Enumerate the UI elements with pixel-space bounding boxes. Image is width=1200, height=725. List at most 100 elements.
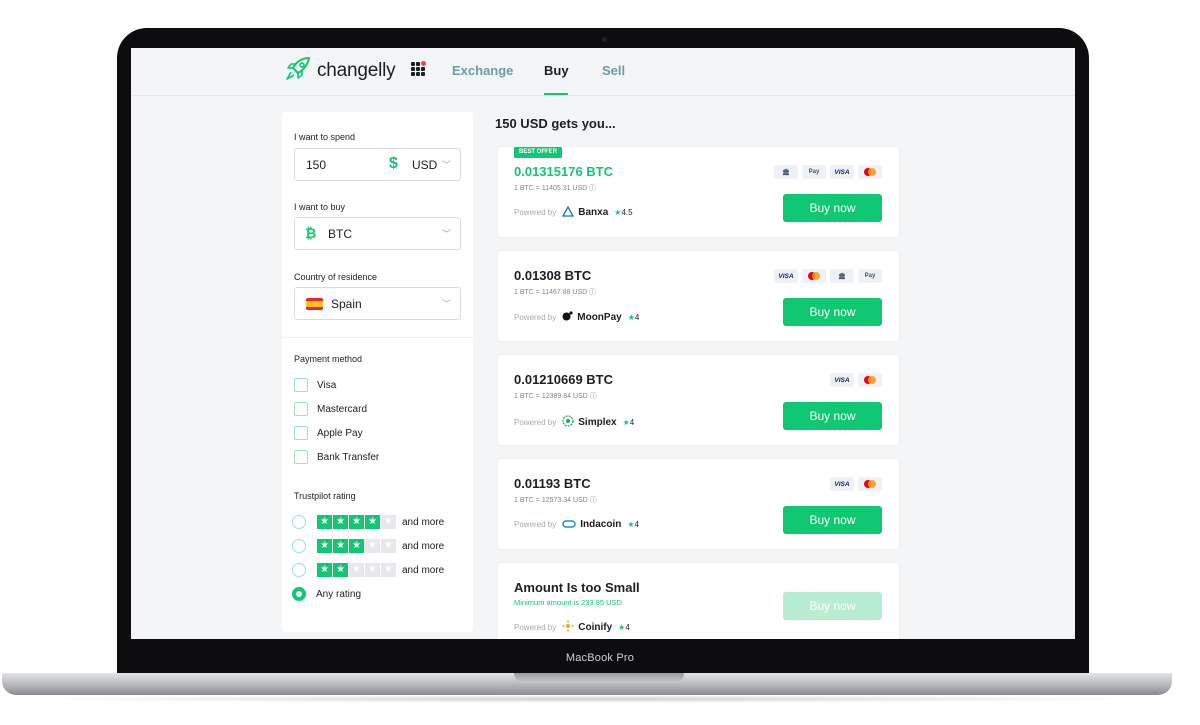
- payment-icons: VISA: [826, 477, 882, 491]
- apps-grid-icon[interactable]: [411, 61, 427, 77]
- chevron-down-icon: ﹀: [441, 229, 451, 239]
- offer-provider: Powered by Indacoin ★4: [514, 519, 639, 530]
- nav-exchange[interactable]: Exchange: [452, 63, 513, 78]
- buy-label: I want to buy: [294, 202, 346, 212]
- offer-card-coinify: Amount Is too Small Minimum amount is 23…: [497, 562, 900, 639]
- provider-rating: ★4.5: [614, 208, 633, 217]
- banxa-icon: [562, 205, 575, 219]
- star-icon: ★: [317, 515, 332, 529]
- screen: changelly Exchange Buy Sell I want to sp…: [131, 48, 1075, 639]
- star-icon: ★: [317, 563, 332, 577]
- logo[interactable]: changelly: [285, 56, 396, 86]
- payment-option-bank-transfer[interactable]: Bank Transfer: [294, 449, 379, 465]
- spend-amount[interactable]: 150: [306, 158, 326, 172]
- info-icon[interactable]: ⓘ: [589, 289, 596, 296]
- coinify-icon: [562, 620, 574, 634]
- mastercard-icon: [858, 165, 882, 179]
- star-icon: ★: [333, 539, 348, 553]
- payment-option-apple-pay[interactable]: Apple Pay: [294, 425, 363, 441]
- chevron-down-icon[interactable]: ﹀: [442, 158, 451, 171]
- offer-minimum: Minimum amount is 233.85 USD: [514, 598, 622, 607]
- chevron-down-icon: ﹀: [441, 299, 451, 309]
- nav-sell[interactable]: Sell: [602, 63, 625, 78]
- moonpay-icon: [562, 311, 573, 323]
- buy-currency-select[interactable]: ₿ BTC ﹀: [294, 217, 461, 250]
- offers-heading: 150 USD gets you...: [495, 116, 616, 131]
- buy-now-button-disabled[interactable]: Buy now: [783, 592, 882, 620]
- dollar-icon: $: [389, 155, 398, 172]
- info-icon[interactable]: ⓘ: [589, 185, 596, 192]
- rating-stars: ★ ★ ★ ★ ★: [317, 539, 397, 553]
- mastercard-icon: [802, 269, 826, 283]
- star-icon: ★: [381, 539, 396, 553]
- offer-rate: 1 BTC = 11467.88 USD ⓘ: [514, 289, 597, 296]
- radio-button[interactable]: [292, 515, 306, 529]
- offer-amount: 0.01315176 BTC: [514, 164, 614, 179]
- offer-rate: 1 BTC = 12389.84 USD ⓘ: [514, 393, 597, 400]
- panel-divider: [282, 337, 473, 338]
- offer-card-moonpay: 0.01308 BTC 1 BTC = 11467.88 USD ⓘ Power…: [497, 250, 900, 342]
- star-icon: ★: [627, 312, 635, 322]
- rating-option-4[interactable]: ★ ★ ★ ★ ★ and more: [292, 514, 444, 530]
- spend-label: I want to spend: [294, 132, 356, 142]
- radio-button-selected[interactable]: [292, 587, 306, 601]
- star-icon: ★: [349, 515, 364, 529]
- payment-option-label: Apple Pay: [317, 427, 363, 439]
- mastercard-icon: [858, 373, 882, 387]
- buy-now-button[interactable]: Buy now: [783, 506, 882, 534]
- rocket-logo-icon: [285, 56, 311, 86]
- star-icon: ★: [349, 539, 364, 553]
- visa-icon: VISA: [774, 269, 798, 283]
- simplex-icon: [562, 415, 574, 429]
- camera: [602, 37, 607, 42]
- powered-by-label: Powered by: [514, 208, 557, 217]
- provider-name: Coinify: [578, 621, 613, 633]
- best-offer-badge: BEST OFFER: [514, 147, 563, 158]
- star-icon: ★: [349, 563, 364, 577]
- offer-amount: 0.01308 BTC: [514, 268, 592, 283]
- offer-rate: 1 BTC = 12573.34 USD ⓘ: [514, 497, 597, 504]
- checkbox[interactable]: [294, 450, 308, 464]
- buy-now-button[interactable]: Buy now: [783, 194, 882, 222]
- offer-provider: Powered by Coinify ★4: [514, 620, 630, 634]
- rating-option-3[interactable]: ★ ★ ★ ★ ★ and more: [292, 538, 444, 554]
- powered-by-label: Powered by: [514, 312, 557, 322]
- offer-provider: Powered by Simplex ★4: [514, 415, 634, 429]
- provider-rating: ★4: [627, 520, 639, 529]
- country-select[interactable]: Spain ﹀: [294, 287, 461, 320]
- radio-button[interactable]: [292, 539, 306, 553]
- spend-input[interactable]: 150 $ USD ﹀: [294, 148, 461, 181]
- info-icon[interactable]: ⓘ: [590, 393, 597, 400]
- radio-button[interactable]: [292, 563, 306, 577]
- star-icon: ★: [365, 515, 380, 529]
- provider-name: Indacoin: [580, 519, 622, 530]
- top-header: changelly Exchange Buy Sell: [131, 48, 1075, 96]
- laptop-notch: [514, 673, 684, 683]
- offer-card-indacoin: 0.01193 BTC 1 BTC = 12573.34 USD ⓘ Power…: [497, 458, 900, 550]
- nav-active-indicator: [544, 93, 568, 95]
- bitcoin-icon: ₿: [305, 225, 317, 241]
- checkbox[interactable]: [294, 378, 308, 392]
- buy-now-button[interactable]: Buy now: [783, 402, 882, 430]
- provider-rating: ★4: [622, 417, 635, 427]
- device-label: MacBook Pro: [565, 652, 635, 664]
- checkbox[interactable]: [294, 426, 308, 440]
- checkbox[interactable]: [294, 402, 308, 416]
- rating-option-label: Any rating: [316, 588, 362, 600]
- payment-option-label: Mastercard: [317, 403, 368, 415]
- powered-by-label: Powered by: [514, 622, 557, 632]
- powered-by-label: Powered by: [514, 520, 557, 529]
- payment-option-visa[interactable]: Visa: [294, 377, 336, 393]
- payment-option-mastercard[interactable]: Mastercard: [294, 401, 367, 417]
- indacoin-icon: [562, 519, 576, 530]
- buy-now-button[interactable]: Buy now: [783, 298, 882, 326]
- nav-buy[interactable]: Buy: [544, 63, 569, 78]
- rating-option-2[interactable]: ★ ★ ★ ★ ★ and more: [292, 562, 444, 578]
- spain-flag-icon: [306, 298, 323, 310]
- star-icon: ★: [317, 539, 332, 553]
- info-icon[interactable]: ⓘ: [590, 497, 597, 504]
- spend-currency[interactable]: USD: [412, 158, 437, 172]
- rating-option-any[interactable]: Any rating: [292, 586, 361, 602]
- payment-icons: VISA 🏛 Pay: [770, 269, 882, 283]
- rating-option-label: and more: [402, 516, 445, 528]
